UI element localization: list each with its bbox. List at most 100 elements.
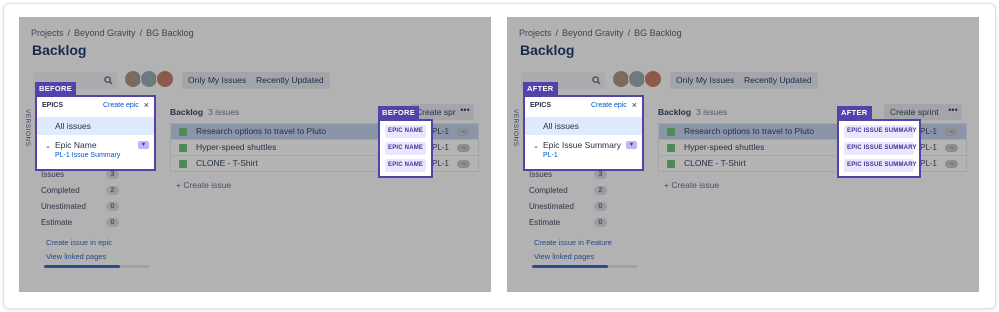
epic-lozenge[interactable]: EPIC NAME xyxy=(385,159,426,172)
view-linked-pages-link[interactable]: View linked pages xyxy=(46,252,106,261)
breadcrumb-board[interactable]: BG Backlog xyxy=(634,28,682,38)
stat-label: Issues xyxy=(529,170,553,179)
epics-panel: EPICS Create epic × All issues ⌄ Epic Is… xyxy=(523,95,644,171)
epic-lozenge[interactable]: EPIC ISSUE SUMMARY xyxy=(844,159,917,172)
more-icon[interactable]: ••• xyxy=(456,104,474,120)
quick-filter-only-my-issues[interactable]: Only My Issues xyxy=(182,72,253,89)
estimate-pill: – xyxy=(457,144,470,152)
breadcrumb-projects[interactable]: Projects xyxy=(519,28,552,38)
stat-label: Estimate xyxy=(41,218,73,227)
estimate-pill: – xyxy=(945,144,958,152)
quick-filter-recently-updated[interactable]: Recently Updated xyxy=(250,72,330,89)
breadcrumb-sep: / xyxy=(627,28,631,38)
issue-key[interactable]: PL-1 xyxy=(920,124,937,139)
estimate-pill: – xyxy=(945,160,958,168)
epic-name[interactable]: Epic Name xyxy=(55,140,97,150)
breadcrumb-board[interactable]: BG Backlog xyxy=(146,28,194,38)
breadcrumb-sep: / xyxy=(555,28,559,38)
breadcrumb: Projects / Beyond Gravity / BG Backlog xyxy=(519,28,686,38)
all-issues-item[interactable]: All issues xyxy=(37,117,154,135)
issue-summary: Research options to travel to Pluto xyxy=(684,126,814,136)
panel-before: Projects / Beyond Gravity / BG Backlog Backl… xyxy=(19,17,491,292)
create-epic-link[interactable]: Create epic xyxy=(103,102,139,109)
epics-header: EPICS xyxy=(42,102,64,109)
stat-label: Completed xyxy=(41,186,80,195)
breadcrumb-project[interactable]: Beyond Gravity xyxy=(562,28,624,38)
story-icon xyxy=(179,144,187,152)
chevron-down-icon[interactable]: ⌄ xyxy=(45,142,51,150)
breadcrumb-sep: / xyxy=(139,28,143,38)
issue-count: 3 issues xyxy=(208,107,240,117)
avatar-group xyxy=(612,70,662,88)
create-issue-in-epic-link[interactable]: Create issue in epic xyxy=(46,238,112,247)
view-linked-pages-link[interactable]: View linked pages xyxy=(534,252,594,261)
issue-key[interactable]: PL-1 xyxy=(920,156,937,171)
breadcrumb: Projects / Beyond Gravity / BG Backlog xyxy=(31,28,198,38)
breadcrumb-projects[interactable]: Projects xyxy=(31,28,64,38)
epic-lozenge[interactable]: EPIC ISSUE SUMMARY xyxy=(844,125,917,138)
create-issue-in-feature-link[interactable]: Create issue in Feature xyxy=(534,238,612,247)
epic-progress-bar xyxy=(532,265,637,268)
create-epic-link[interactable]: Create epic xyxy=(591,102,627,109)
avatar[interactable] xyxy=(644,70,662,88)
story-icon xyxy=(179,128,187,136)
after-label-tag: AFTER xyxy=(837,106,872,119)
create-sprint-button[interactable]: Create sprint xyxy=(884,104,945,120)
page-title: Backlog xyxy=(520,42,575,58)
create-issue-button[interactable]: + Create issue xyxy=(664,180,719,190)
versions-tab[interactable]: VERSIONS xyxy=(24,109,31,147)
stat-badge: 0 xyxy=(594,218,607,227)
quick-filter-recently-updated[interactable]: Recently Updated xyxy=(738,72,818,89)
search-icon xyxy=(104,76,113,85)
before-tag: BEFORE xyxy=(35,82,77,95)
close-icon[interactable]: × xyxy=(632,100,637,110)
chevron-down-icon[interactable]: ⌄ xyxy=(533,142,539,150)
all-issues-item[interactable]: All issues xyxy=(525,117,642,135)
avatar-group xyxy=(124,70,174,88)
more-icon[interactable]: ••• xyxy=(944,104,962,120)
story-icon xyxy=(667,144,675,152)
issue-summary: CLONE - T-Shirt xyxy=(684,158,746,168)
issue-key[interactable]: PL-1 xyxy=(432,156,449,171)
epic-progress-bar xyxy=(44,265,149,268)
issue-summary: CLONE - T-Shirt xyxy=(196,158,258,168)
create-issue-button[interactable]: + Create issue xyxy=(176,180,231,190)
stat-badge: 0 xyxy=(106,202,119,211)
chevron-down-icon[interactable]: ▼ xyxy=(138,141,149,149)
backlog-header: Backlog 3 issues xyxy=(170,107,239,117)
epic-lozenge[interactable]: EPIC NAME xyxy=(385,125,426,138)
epic-lozenge[interactable]: EPIC ISSUE SUMMARY xyxy=(844,142,917,155)
avatar[interactable] xyxy=(156,70,174,88)
versions-tab[interactable]: VERSIONS xyxy=(512,109,519,147)
story-icon xyxy=(667,160,675,168)
breadcrumb-project[interactable]: Beyond Gravity xyxy=(74,28,136,38)
before-label-tag: BEFORE xyxy=(378,106,420,119)
epic-lozenge[interactable]: EPIC NAME xyxy=(385,142,426,155)
estimate-pill: – xyxy=(945,128,958,136)
progress-fill xyxy=(532,265,608,268)
issue-key[interactable]: PL-1 xyxy=(432,140,449,155)
chevron-down-icon[interactable]: ▼ xyxy=(626,141,637,149)
epic-summary[interactable]: PL-1 Issue Summary xyxy=(55,152,120,159)
issue-summary: Hyper-speed shuttles xyxy=(684,142,765,152)
stat-label: Completed xyxy=(529,186,568,195)
stat-badge: 3 xyxy=(106,170,119,179)
backlog-header: Backlog 3 issues xyxy=(658,107,727,117)
search-icon xyxy=(592,76,601,85)
backlog-title: Backlog xyxy=(658,107,692,117)
epic-summary[interactable]: PL-1 xyxy=(543,152,558,159)
close-icon[interactable]: × xyxy=(144,100,149,110)
quick-filter-only-my-issues[interactable]: Only My Issues xyxy=(670,72,741,89)
issue-key[interactable]: PL-1 xyxy=(920,140,937,155)
story-icon xyxy=(179,160,187,168)
panel-after: Projects / Beyond Gravity / BG Backlog Backl… xyxy=(507,17,979,292)
stat-label: Unestimated xyxy=(529,202,574,211)
epics-header: EPICS xyxy=(530,102,552,109)
epic-name[interactable]: Epic Issue Summary xyxy=(543,140,621,150)
page-title: Backlog xyxy=(32,42,87,58)
stat-label: Issues xyxy=(41,170,65,179)
issue-key[interactable]: PL-1 xyxy=(432,124,449,139)
stat-badge: 0 xyxy=(106,218,119,227)
stat-label: Unestimated xyxy=(41,202,86,211)
issue-summary: Research options to travel to Pluto xyxy=(196,126,326,136)
